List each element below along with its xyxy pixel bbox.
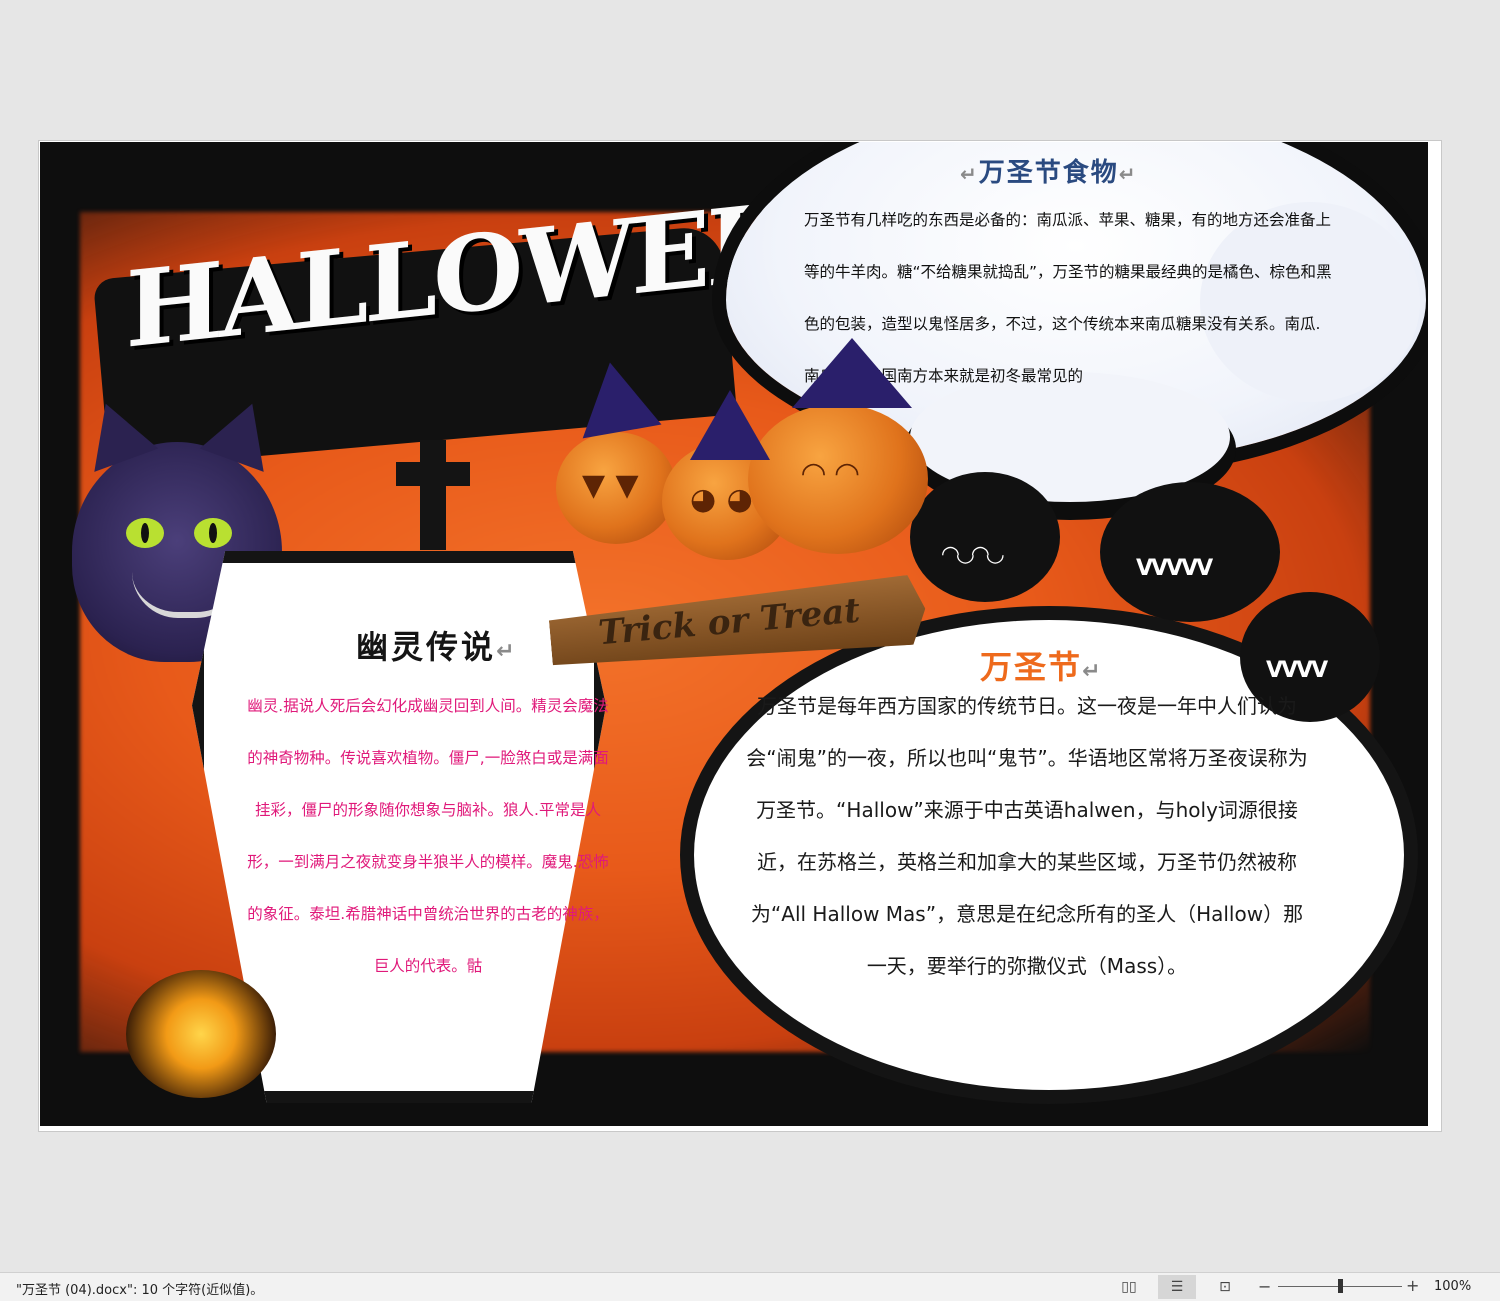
- document-stats[interactable]: "万圣节 (04).docx": 10 个字符(近似值)。: [16, 1279, 263, 1298]
- print-layout-icon[interactable]: ☰: [1158, 1275, 1196, 1299]
- read-mode-icon[interactable]: ▯▯: [1110, 1275, 1148, 1299]
- food-section-title[interactable]: ↵万圣节食物↵: [960, 152, 1200, 189]
- witch-hat-icon: [570, 355, 662, 439]
- glowing-pumpkin-icon: [126, 970, 276, 1098]
- pumpkin-icon: ◠ ◠: [748, 404, 928, 554]
- black-pumpkin-icon: ◠◡◠◡: [910, 472, 1060, 602]
- ghost-title-text: 幽灵传说: [356, 628, 497, 666]
- paragraph-mark-icon: ↵: [496, 639, 518, 664]
- halloween-poster-image: HALLOWEEN ↵万圣节食物↵ 万圣节有几样吃的东西是必备的：南瓜派、苹果、…: [40, 142, 1428, 1126]
- cat-eye-left: [126, 518, 164, 548]
- black-pumpkin-icon: VVVVV: [1100, 482, 1280, 622]
- food-title-text: 万圣节食物: [978, 158, 1119, 188]
- ghost-section-text[interactable]: 幽灵.据说人死后会幻化成幽灵回到人间。精灵会魔法的神奇物种。传说喜欢植物。僵尸,…: [242, 680, 614, 992]
- witch-hat-icon: [690, 390, 770, 460]
- cat-eye-right: [194, 518, 232, 548]
- paragraph-mark-icon: ↵: [1118, 162, 1138, 186]
- halloween-section-text[interactable]: 万圣节是每年西方国家的传统节日。这一夜是一年中人们认为会“闹鬼”的一夜，所以也叫…: [744, 680, 1310, 992]
- paragraph-mark-icon: ↵: [960, 162, 979, 186]
- grave-cross-icon: [420, 440, 446, 550]
- zoom-slider-thumb[interactable]: [1338, 1279, 1343, 1293]
- zoom-in-button[interactable]: +: [1406, 1276, 1419, 1295]
- status-bar: "万圣节 (04).docx": 10 个字符(近似值)。 ▯▯ ☰ ⊡ − +…: [0, 1272, 1500, 1301]
- grave-cross-bar: [396, 462, 470, 486]
- ghost-section-title[interactable]: 幽灵传说↵: [356, 622, 517, 668]
- zoom-out-button[interactable]: −: [1258, 1277, 1271, 1296]
- document-page[interactable]: HALLOWEEN ↵万圣节食物↵ 万圣节有几样吃的东西是必备的：南瓜派、苹果、…: [38, 140, 1442, 1132]
- witch-hat-icon: [792, 338, 912, 408]
- zoom-level[interactable]: 100%: [1434, 1279, 1471, 1294]
- pumpkin-icon: ▼ ▼: [556, 432, 676, 544]
- web-layout-icon[interactable]: ⊡: [1206, 1275, 1244, 1299]
